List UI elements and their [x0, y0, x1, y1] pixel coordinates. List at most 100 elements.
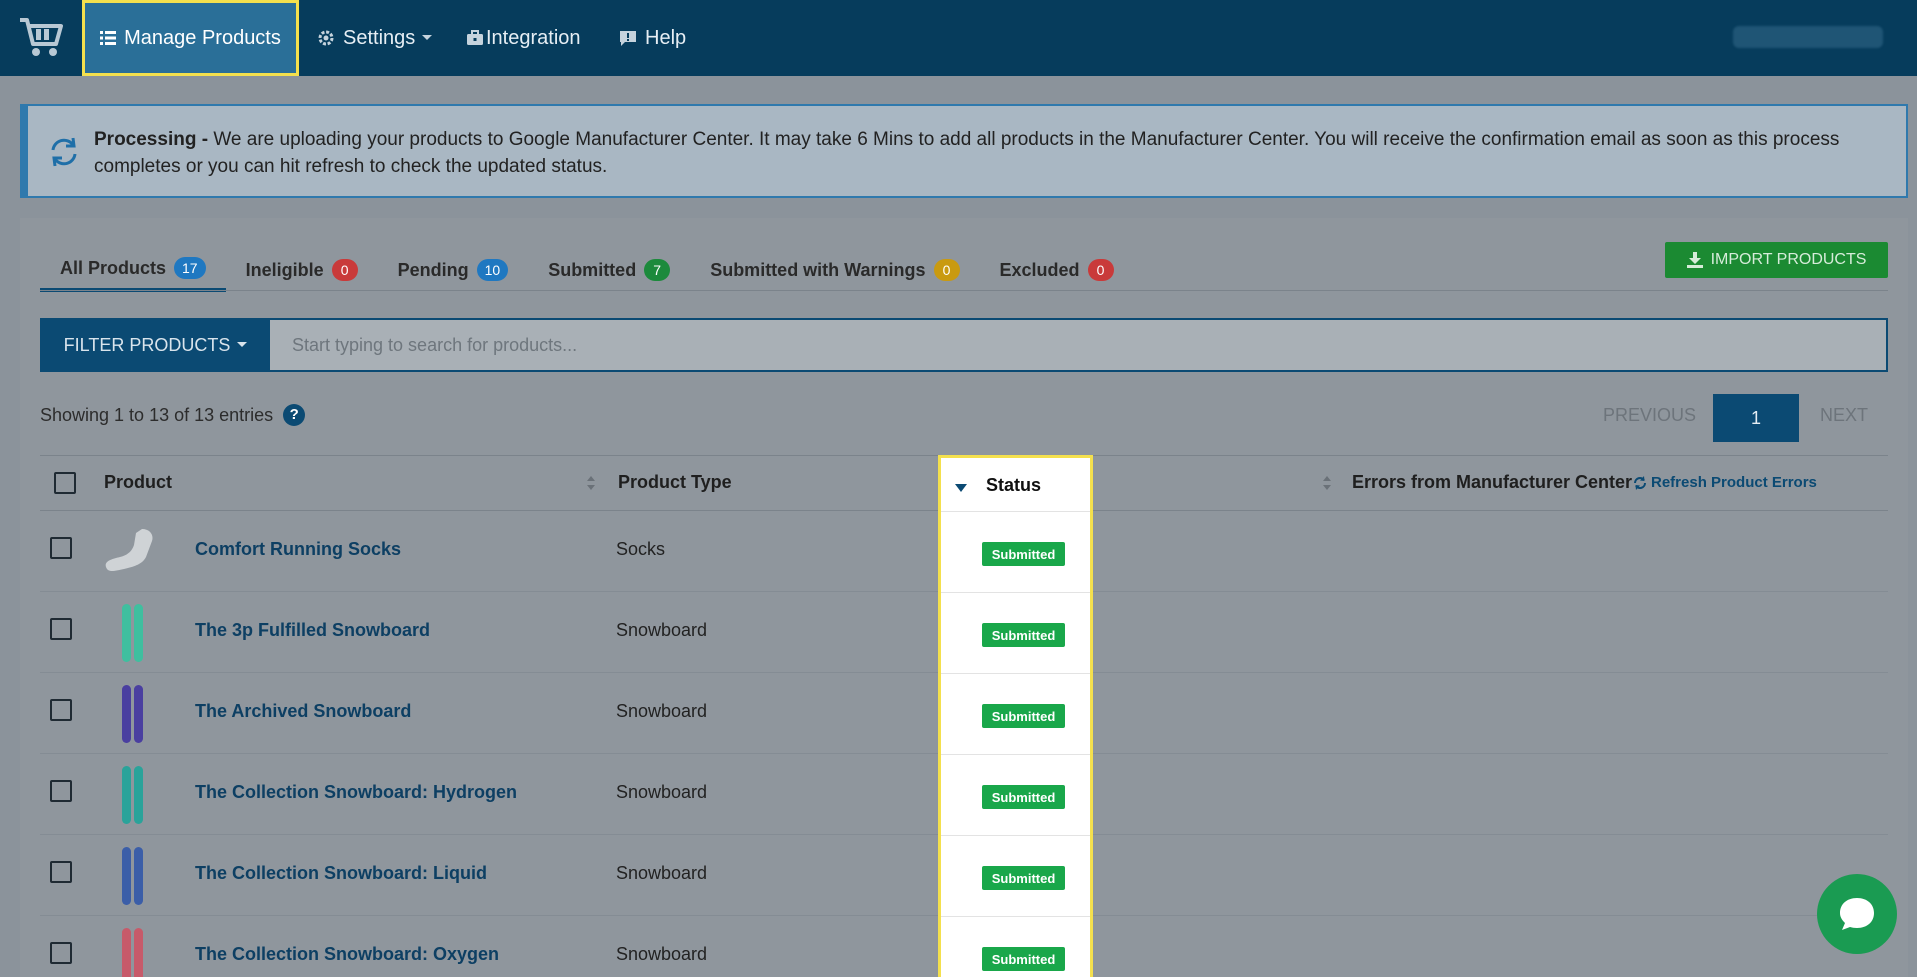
refresh-product-errors-link[interactable]: Refresh Product Errors [1633, 474, 1817, 491]
top-navigation: Manage Products Settings Integration Hel… [0, 0, 1917, 76]
count-badge: 17 [174, 257, 206, 279]
product-type: Snowboard [616, 620, 708, 640]
row-checkbox[interactable] [50, 699, 72, 721]
tab-submitted[interactable]: Submitted 7 [528, 248, 690, 292]
sort-icon[interactable] [1322, 474, 1332, 492]
gear-icon [318, 30, 334, 46]
status-cell: Submitted [941, 673, 1090, 754]
sort-icon[interactable] [586, 474, 596, 492]
help-icon[interactable]: ? [283, 404, 306, 426]
nav-settings-label: Settings [343, 26, 416, 49]
product-link[interactable]: Comfort Running Socks [195, 539, 401, 560]
header-status[interactable]: Status [986, 475, 1041, 496]
status-cell: Submitted [941, 835, 1090, 916]
briefcase-icon [467, 30, 483, 45]
nav-manage-products-label: Manage Products [124, 26, 281, 49]
count-badge: 0 [331, 259, 358, 281]
pagination-page-current[interactable]: 1 [1713, 394, 1799, 442]
count-badge: 0 [1087, 259, 1114, 281]
user-account-menu[interactable] [1733, 26, 1883, 48]
entries-info: Showing 1 to 13 of 13 entries ? [40, 404, 306, 426]
tab-all-products[interactable]: All Products 17 [40, 248, 226, 292]
chat-widget-button[interactable] [1817, 874, 1897, 954]
row-checkbox[interactable] [50, 537, 72, 559]
row-checkbox[interactable] [50, 942, 72, 964]
tab-label: Pending [397, 259, 469, 280]
status-badge: Submitted [982, 866, 1065, 890]
status-badge: Submitted [982, 947, 1065, 971]
status-cell: Submitted [941, 916, 1090, 977]
tab-submitted-with-warnings[interactable]: Submitted with Warnings 0 [690, 248, 979, 292]
nav-settings[interactable]: Settings [317, 0, 433, 76]
product-type: Snowboard [616, 782, 708, 802]
row-checkbox[interactable] [50, 780, 72, 802]
row-checkbox[interactable] [50, 861, 72, 883]
nav-integration-label: Integration [486, 26, 581, 49]
status-badge: Submitted [982, 542, 1065, 566]
product-link[interactable]: The Collection Snowboard: Liquid [195, 863, 487, 884]
count-badge: 7 [644, 259, 671, 281]
caret-down-icon [237, 342, 248, 347]
filter-products-button[interactable]: FILTER PRODUCTS [42, 320, 270, 370]
product-thumbnail[interactable] [102, 845, 162, 907]
nav-help[interactable]: Help [619, 0, 686, 76]
help-comment-icon [620, 30, 636, 46]
product-thumbnail[interactable] [102, 764, 162, 826]
product-thumbnail[interactable] [102, 521, 162, 583]
entries-text: Showing 1 to 13 of 13 entries [40, 404, 274, 425]
row-checkbox[interactable] [50, 618, 72, 640]
search-input[interactable] [272, 320, 1886, 370]
tab-divider [40, 290, 1888, 291]
refresh-icon [1634, 475, 1646, 490]
pagination-next[interactable]: NEXT [1820, 405, 1868, 426]
chat-bubble-icon [1840, 898, 1874, 930]
product-type: Snowboard [616, 944, 708, 964]
nav-manage-products[interactable]: Manage Products [82, 0, 299, 76]
status-badge: Submitted [982, 623, 1065, 647]
alert-message: We are uploading your products to Google… [94, 129, 1840, 177]
sort-desc-icon[interactable] [955, 484, 967, 492]
status-column-highlight: Status Submitted Submitted Submitted Sub… [938, 455, 1093, 977]
product-link[interactable]: The Collection Snowboard: Oxygen [195, 944, 499, 965]
alert-text: Processing - We are uploading your produ… [94, 126, 1874, 180]
download-icon [1686, 252, 1703, 268]
filter-products-label: FILTER PRODUCTS [63, 334, 231, 355]
product-type: Snowboard [616, 863, 708, 883]
import-products-button[interactable]: IMPORT PRODUCTS [1665, 242, 1888, 278]
header-errors: Errors from Manufacturer Center [1352, 472, 1633, 492]
tab-label: Ineligible [245, 259, 324, 280]
product-tabs: All Products 17 Ineligible 0 Pending 10 … [40, 248, 1134, 292]
product-link[interactable]: The 3p Fulfilled Snowboard [195, 620, 430, 641]
header-product[interactable]: Product [104, 472, 172, 493]
processing-alert: Processing - We are uploading your produ… [20, 104, 1908, 198]
tab-excluded[interactable]: Excluded 0 [980, 248, 1134, 292]
tab-label: Submitted [548, 259, 637, 280]
count-badge: 10 [476, 259, 509, 281]
tab-pending[interactable]: Pending 10 [378, 248, 529, 292]
nav-integration[interactable]: Integration [466, 0, 581, 76]
status-badge: Submitted [982, 704, 1065, 728]
status-cell: Submitted [941, 754, 1090, 835]
tab-label: All Products [60, 257, 167, 278]
status-cell: Submitted [941, 511, 1090, 592]
pagination-previous[interactable]: PREVIOUS [1603, 405, 1696, 426]
product-thumbnail[interactable] [102, 602, 162, 664]
header-product-type[interactable]: Product Type [618, 472, 732, 493]
nav-help-label: Help [645, 26, 687, 49]
filter-bar: FILTER PRODUCTS [40, 318, 1888, 372]
product-thumbnail[interactable] [102, 926, 162, 977]
tab-ineligible[interactable]: Ineligible 0 [226, 248, 378, 292]
product-thumbnail[interactable] [102, 683, 162, 745]
list-icon [100, 31, 117, 45]
refresh-product-errors-label: Refresh Product Errors [1651, 474, 1817, 491]
select-all-checkbox[interactable] [54, 472, 76, 494]
status-badge: Submitted [982, 785, 1065, 809]
product-type: Snowboard [616, 701, 708, 721]
tab-label: Excluded [999, 259, 1080, 280]
cart-logo-icon[interactable] [18, 14, 66, 60]
product-link[interactable]: The Archived Snowboard [195, 701, 411, 722]
status-cell: Submitted [941, 592, 1090, 673]
alert-label: Processing - [94, 129, 209, 150]
product-link[interactable]: The Collection Snowboard: Hydrogen [195, 782, 517, 803]
refresh-sync-icon[interactable] [46, 134, 82, 170]
